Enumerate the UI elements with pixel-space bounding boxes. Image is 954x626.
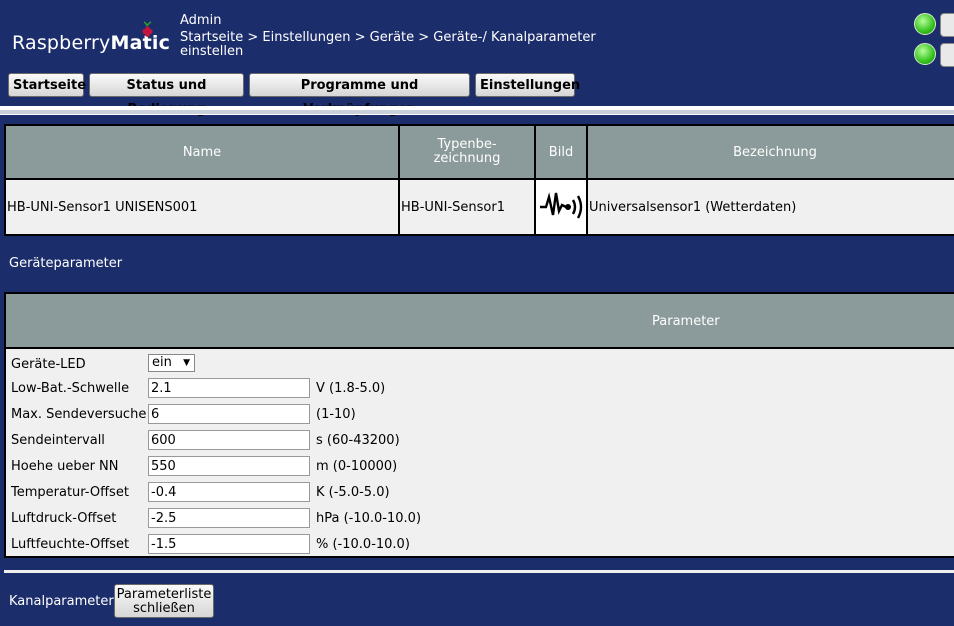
separator (0, 110, 954, 114)
close-param-list-button[interactable]: Parameterliste schließen (114, 584, 214, 618)
device-type-cell: HB-UNI-Sensor1 (398, 178, 536, 236)
pressure-offset-input[interactable] (148, 508, 310, 528)
device-table-header: Name Typenbe- zeichnung Bild Bezeichnung (4, 124, 954, 180)
column-header-image: Bild (534, 124, 588, 180)
device-params-label: Geräteparameter (9, 256, 123, 271)
device-description-cell: Universalsensor1 (Wetterdaten) (586, 178, 954, 236)
led-select[interactable]: ein ▼ (148, 354, 195, 372)
param-unit: m (0-10000) (316, 459, 398, 474)
altitude-input[interactable] (148, 456, 310, 476)
dropdown-arrow-icon: ▼ (183, 358, 190, 368)
breadcrumb: Startseite > Einstellungen > Geräte > Ge… (180, 30, 596, 59)
device-table: Name Typenbe- zeichnung Bild Bezeichnung… (4, 124, 954, 236)
user-name: Admin (180, 13, 222, 28)
param-unit: % (-10.0-10.0) (316, 537, 410, 552)
column-header-type: Typenbe- zeichnung (398, 124, 536, 180)
side-button[interactable] (940, 13, 954, 37)
params-header: Parameter (6, 294, 954, 349)
device-image-cell (534, 178, 588, 236)
nav-startseite-button[interactable]: Startseite (8, 73, 86, 97)
humidity-offset-input[interactable] (148, 534, 310, 554)
status-led-icon (914, 43, 936, 65)
sensor-signal-icon (539, 192, 582, 219)
lowbat-input[interactable] (148, 378, 310, 398)
raspberry-icon (142, 21, 153, 37)
device-params-panel: Parameter Geräte-LED ein ▼ Low-Bat.-Schw… (4, 292, 954, 558)
nav-programme-button[interactable]: Programme und Verknüpfungen (249, 73, 470, 117)
header-bar: RaspberryMatic Admin Startseite > Einste… (0, 0, 954, 117)
param-unit: (1-10) (316, 407, 356, 422)
param-label: Max. Sendeversuche (11, 407, 147, 422)
param-unit: s (60-43200) (316, 433, 400, 448)
divider (4, 570, 954, 573)
table-row[interactable]: HB-UNI-Sensor1 UNISENS001 HB-UNI-Sensor1… (4, 178, 954, 236)
logo-light-text: Raspberry (12, 32, 111, 54)
led-select-value: ein (152, 355, 172, 370)
param-label: Luftfeuchte-Offset (11, 537, 130, 552)
side-button[interactable] (940, 43, 954, 67)
param-label: Geräte-LED (11, 357, 86, 372)
send-retries-input[interactable] (148, 404, 310, 424)
param-label: Low-Bat.-Schwelle (11, 381, 130, 396)
param-label: Hoehe ueber NN (11, 459, 119, 474)
column-header-name: Name (4, 124, 400, 180)
params-header-label: Parameter (652, 314, 720, 329)
param-unit: hPa (-10.0-10.0) (316, 511, 422, 526)
nav-einstellungen-button[interactable]: Einstellungen (475, 73, 580, 97)
param-unit: K (-5.0-5.0) (316, 485, 390, 500)
column-header-description: Bezeichnung (586, 124, 954, 180)
param-label: Temperatur-Offset (11, 485, 129, 500)
nav-status-button[interactable]: Status und Bedienung (89, 73, 244, 117)
param-unit: V (1.8-5.0) (316, 381, 386, 396)
param-label: Luftdruck-Offset (11, 511, 117, 526)
send-interval-input[interactable] (148, 430, 310, 450)
device-name-cell: HB-UNI-Sensor1 UNISENS001 (4, 178, 400, 236)
param-label: Sendeintervall (11, 433, 105, 448)
status-led-icon (914, 13, 936, 35)
temperature-offset-input[interactable] (148, 482, 310, 502)
channel-params-label: Kanalparameter (9, 594, 114, 609)
